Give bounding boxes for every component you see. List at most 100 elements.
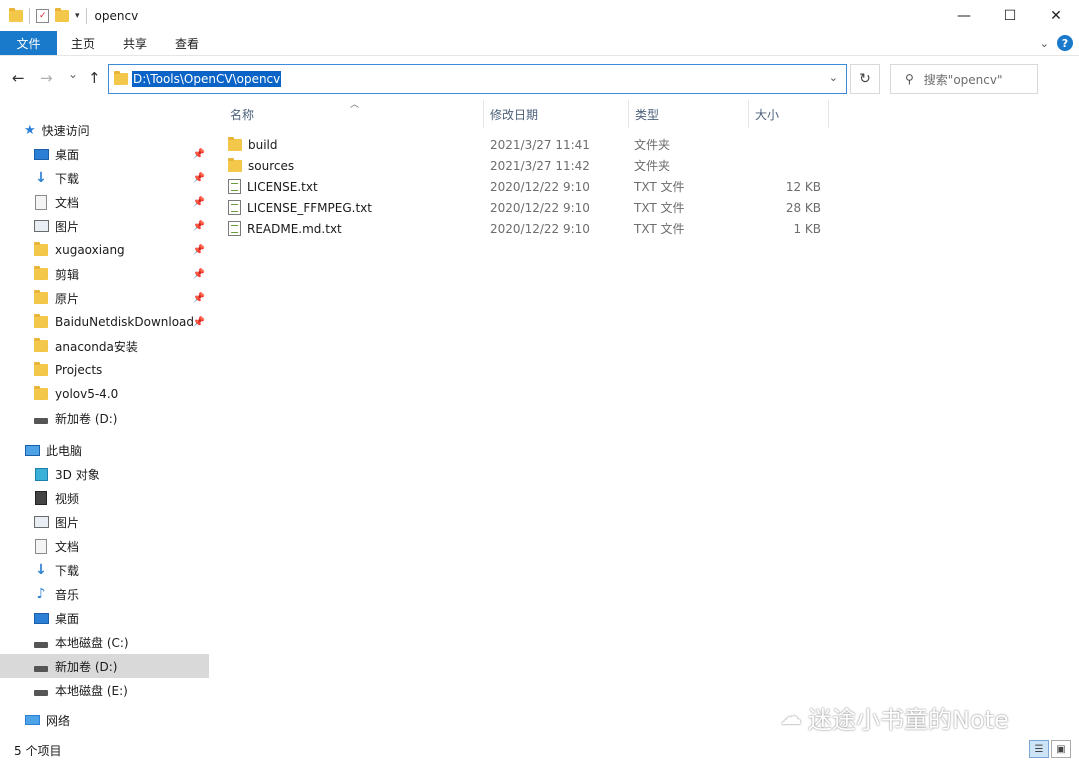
- sidebar-item-label: 新加卷 (D:): [55, 411, 118, 426]
- watermark-text: 迷途小书童的Note: [808, 706, 1009, 734]
- address-bar[interactable]: D:\Tools\OpenCV\opencv ⌄: [108, 64, 847, 94]
- pin-icon[interactable]: 📌: [193, 221, 205, 232]
- folder-icon: [114, 71, 128, 85]
- sidebar-item-pictures-pc[interactable]: 图片: [0, 510, 209, 534]
- file-name: build: [248, 137, 278, 152]
- tab-home[interactable]: 主页: [57, 31, 109, 55]
- tab-view[interactable]: 查看: [161, 31, 213, 55]
- document-icon: [35, 194, 47, 210]
- column-divider[interactable]: [483, 100, 484, 128]
- folder-icon: [34, 314, 48, 328]
- sidebar-item-yolov5[interactable]: yolov5-4.0: [0, 382, 209, 406]
- chevron-down-icon[interactable]: ⌄: [829, 71, 838, 84]
- file-row[interactable]: LICENSE_FFMPEG.txt 2020/12/22 9:10 TXT 文…: [228, 197, 828, 218]
- desktop-icon: [33, 148, 49, 160]
- close-button[interactable]: ✕: [1033, 0, 1079, 31]
- sidebar-item-label: 桌面: [55, 147, 80, 162]
- large-icons-view-button[interactable]: ▣: [1051, 740, 1071, 758]
- sidebar-item-label: 音乐: [55, 587, 80, 602]
- download-icon: ↓: [35, 562, 47, 578]
- expand-ribbon-icon[interactable]: ⌄: [1040, 37, 1049, 50]
- pin-icon[interactable]: 📌: [193, 197, 205, 208]
- pin-icon[interactable]: 📌: [193, 269, 205, 280]
- sidebar-item-raw[interactable]: 原片 📌: [0, 286, 209, 310]
- sidebar-item-quick-access[interactable]: ★ 快速访问: [0, 118, 209, 142]
- tab-file[interactable]: 文件: [0, 31, 57, 55]
- divider: [29, 7, 30, 24]
- back-button[interactable]: ←: [12, 69, 25, 87]
- column-header-date[interactable]: 修改日期: [490, 100, 538, 128]
- ribbon-tabs: 文件 主页 共享 查看 ⌄ ?: [0, 31, 1079, 56]
- quick-access-toolbar: ✓ ▾: [9, 7, 87, 24]
- file-type: 文件夹: [634, 138, 671, 152]
- file-row[interactable]: LICENSE.txt 2020/12/22 9:10 TXT 文件 12 KB: [228, 176, 828, 197]
- sidebar-item-downloads[interactable]: ↓ 下载 📌: [0, 166, 209, 190]
- divider: [85, 7, 87, 24]
- text-file-icon: [228, 179, 241, 194]
- help-icon[interactable]: ?: [1057, 35, 1073, 51]
- text-file-icon: [228, 200, 241, 215]
- sidebar-item-drive-d[interactable]: 新加卷 (D:): [0, 654, 209, 678]
- minimize-button[interactable]: —: [941, 0, 987, 31]
- details-view-button[interactable]: ☰: [1029, 740, 1049, 758]
- sidebar-item-projects[interactable]: Projects: [0, 358, 209, 382]
- search-icon: ⚲: [905, 72, 914, 86]
- column-divider[interactable]: [628, 100, 629, 128]
- sidebar-item-videos[interactable]: 视频: [0, 486, 209, 510]
- watermark: ☁ 迷途小书童的Note: [780, 700, 1009, 735]
- column-divider[interactable]: [748, 100, 749, 128]
- status-item-count: 5 个项目: [14, 744, 62, 758]
- sidebar-item-label: 新加卷 (D:): [55, 659, 118, 674]
- up-button[interactable]: ↑: [88, 69, 101, 87]
- maximize-button[interactable]: ☐: [987, 0, 1033, 31]
- sidebar-item-label: 文档: [55, 195, 80, 210]
- refresh-button[interactable]: ↻: [850, 64, 880, 94]
- pin-icon[interactable]: 📌: [193, 173, 205, 184]
- folder-icon: [34, 362, 48, 376]
- sidebar-item-desktop[interactable]: 桌面 📌: [0, 142, 209, 166]
- sidebar-item-label: 剪辑: [55, 267, 80, 282]
- pin-icon[interactable]: 📌: [193, 245, 205, 256]
- sidebar-item-clips[interactable]: 剪辑 📌: [0, 262, 209, 286]
- picture-icon: [33, 220, 49, 232]
- sidebar-item-label: 本地磁盘 (E:): [55, 683, 128, 698]
- file-date: 2020/12/22 9:10: [490, 200, 590, 215]
- sidebar-item-network[interactable]: 网络: [0, 708, 209, 732]
- column-header-name[interactable]: 名称: [230, 100, 254, 128]
- sidebar-item-pictures[interactable]: 图片 📌: [0, 214, 209, 238]
- pin-icon[interactable]: 📌: [193, 293, 205, 304]
- file-row[interactable]: build 2021/3/27 11:41 文件夹: [228, 134, 828, 155]
- column-header-size[interactable]: 大小: [755, 100, 779, 128]
- properties-icon[interactable]: ✓: [36, 8, 49, 23]
- new-folder-icon[interactable]: [55, 7, 69, 22]
- customize-qa-icon[interactable]: ▾: [75, 11, 80, 21]
- forward-button[interactable]: →: [40, 69, 53, 87]
- pin-icon[interactable]: 📌: [193, 149, 205, 160]
- sidebar-item-label: 视频: [55, 491, 80, 506]
- file-row[interactable]: sources 2021/3/27 11:42 文件夹: [228, 155, 828, 176]
- folder-icon: [228, 136, 242, 151]
- sidebar-item-baidunetdisk[interactable]: BaiduNetdiskDownload 📌: [0, 310, 209, 334]
- sidebar-item-this-pc[interactable]: 此电脑: [0, 438, 209, 462]
- sidebar-item-drive-d-quick[interactable]: 新加卷 (D:): [0, 406, 209, 430]
- sidebar-item-drive-e[interactable]: 本地磁盘 (E:): [0, 678, 209, 702]
- file-row[interactable]: README.md.txt 2020/12/22 9:10 TXT 文件 1 K…: [228, 218, 828, 239]
- search-box[interactable]: ⚲ 搜索"opencv": [890, 64, 1038, 94]
- drive-icon: [34, 418, 48, 424]
- column-divider[interactable]: [828, 100, 829, 128]
- tab-share[interactable]: 共享: [109, 31, 161, 55]
- address-text[interactable]: D:\Tools\OpenCV\opencv: [132, 71, 282, 87]
- sidebar-item-drive-c[interactable]: 本地磁盘 (C:): [0, 630, 209, 654]
- sidebar-item-anaconda[interactable]: anaconda安装: [0, 334, 209, 358]
- sidebar-item-music[interactable]: ♪ 音乐: [0, 582, 209, 606]
- sidebar-item-documents[interactable]: 文档 📌: [0, 190, 209, 214]
- sidebar-item-xugaoxiang[interactable]: xugaoxiang 📌: [0, 238, 209, 262]
- sidebar-item-downloads-pc[interactable]: ↓ 下载: [0, 558, 209, 582]
- sidebar-item-documents-pc[interactable]: 文档: [0, 534, 209, 558]
- search-placeholder: 搜索"opencv": [923, 72, 1003, 87]
- sidebar-item-desktop-pc[interactable]: 桌面: [0, 606, 209, 630]
- recent-locations-button[interactable]: ⌄: [68, 67, 78, 81]
- column-header-type[interactable]: 类型: [635, 100, 659, 128]
- pin-icon[interactable]: 📌: [193, 317, 205, 328]
- sidebar-item-3d-objects[interactable]: 3D 对象: [0, 462, 209, 486]
